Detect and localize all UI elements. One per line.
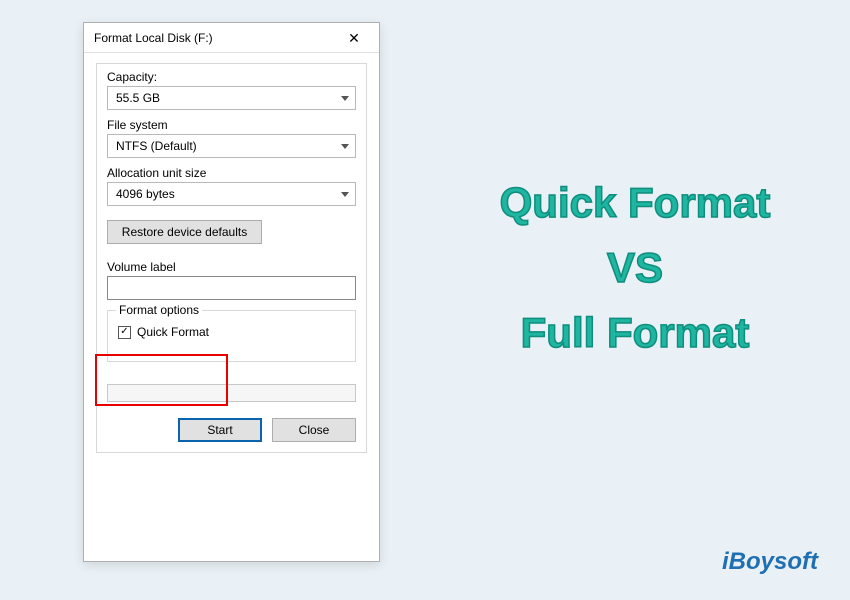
chevron-down-icon (341, 144, 349, 149)
dialog-title: Format Local Disk (F:) (94, 31, 213, 45)
restore-defaults-button[interactable]: Restore device defaults (107, 220, 262, 244)
close-icon[interactable]: ✕ (337, 27, 371, 49)
close-button-label: Close (299, 423, 330, 437)
titlebar: Format Local Disk (F:) ✕ (84, 23, 379, 53)
format-options-group: Format options ✓ Quick Format (107, 310, 356, 362)
capacity-label: Capacity: (107, 70, 356, 84)
capacity-value: 55.5 GB (116, 91, 160, 105)
headline-line3: Full Format (440, 300, 830, 365)
quick-format-checkbox[interactable]: ✓ (118, 326, 131, 339)
headline: Quick Format VS Full Format (440, 170, 830, 365)
main-group: Capacity: 55.5 GB File system NTFS (Defa… (96, 63, 367, 453)
restore-defaults-label: Restore device defaults (122, 225, 247, 239)
check-icon: ✓ (120, 327, 128, 337)
close-button[interactable]: Close (272, 418, 356, 442)
format-options-legend: Format options (116, 303, 202, 317)
filesystem-label: File system (107, 118, 356, 132)
capacity-select[interactable]: 55.5 GB (107, 86, 356, 110)
filesystem-value: NTFS (Default) (116, 139, 197, 153)
progress-bar (107, 384, 356, 402)
alloc-value: 4096 bytes (116, 187, 175, 201)
dialog-buttons: Start Close (107, 418, 356, 442)
chevron-down-icon (341, 96, 349, 101)
start-button-label: Start (207, 423, 232, 437)
quick-format-label: Quick Format (137, 325, 209, 339)
dialog-body: Capacity: 55.5 GB File system NTFS (Defa… (84, 53, 379, 561)
headline-line2: VS (440, 235, 830, 300)
filesystem-select[interactable]: NTFS (Default) (107, 134, 356, 158)
chevron-down-icon (341, 192, 349, 197)
headline-line1: Quick Format (440, 170, 830, 235)
volume-label-label: Volume label (107, 260, 356, 274)
volume-label-input[interactable] (107, 276, 356, 300)
quick-format-row[interactable]: ✓ Quick Format (118, 325, 345, 339)
brand-logo: iBoysoft (722, 548, 818, 576)
format-dialog: Format Local Disk (F:) ✕ Capacity: 55.5 … (83, 22, 380, 562)
alloc-label: Allocation unit size (107, 166, 356, 180)
alloc-select[interactable]: 4096 bytes (107, 182, 356, 206)
start-button[interactable]: Start (178, 418, 262, 442)
